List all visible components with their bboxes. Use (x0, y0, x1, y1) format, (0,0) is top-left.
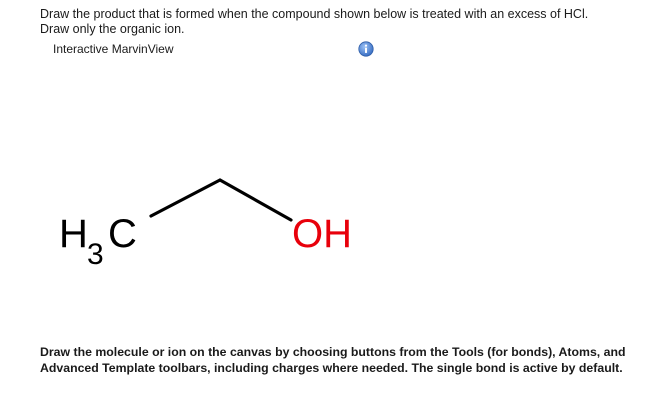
question-line-2: Draw only the organic ion. (40, 22, 185, 36)
atom-label-oh[interactable]: OH (292, 212, 352, 256)
info-icon[interactable] (358, 41, 374, 57)
viewer-title: Interactive MarvinView (53, 42, 174, 56)
question-line-1: Draw the product that is formed when the… (40, 7, 589, 21)
bond-c2-o[interactable] (218, 178, 293, 222)
atom-label-ch3[interactable]: H 3 C (59, 212, 137, 271)
atom-h: H (59, 212, 88, 256)
question-text: Draw the product that is formed when the… (40, 7, 630, 37)
instructions-text: Draw the molecule or ion on the canvas b… (40, 345, 626, 375)
atom-c: C (108, 212, 137, 256)
molecule-canvas[interactable]: H 3 C OH (0, 60, 648, 330)
bond-c1-c2[interactable] (149, 178, 222, 218)
atom-subscript-3: 3 (87, 238, 104, 271)
